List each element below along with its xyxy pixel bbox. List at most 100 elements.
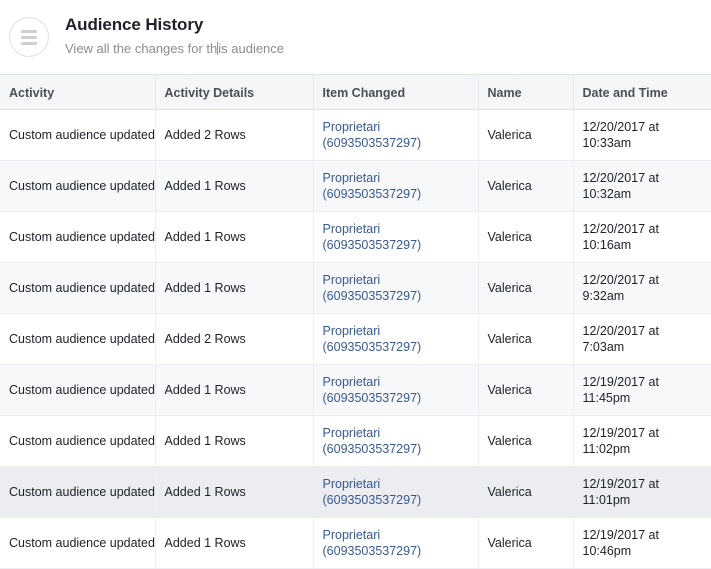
table-body: Custom audience updated Added 2 Rows Propr… xyxy=(0,109,711,569)
audience-history-table: Activity Activity Details Item Changed N… xyxy=(0,74,711,569)
cell-item-changed: Proprietari (6093503537297) xyxy=(313,262,479,314)
page-subtitle: View all the changes for this audience xyxy=(65,40,284,58)
item-changed-id: (6093503537297) xyxy=(322,493,422,507)
page-header: Audience History View all the changes fo… xyxy=(0,0,711,74)
cell-item-changed: Proprietari (6093503537297) xyxy=(313,211,479,263)
item-changed-id: (6093503537297) xyxy=(322,238,422,252)
item-changed-name: Proprietari xyxy=(322,324,381,338)
cell-date-and-time: 12/19/2017 at 10:46pm xyxy=(573,517,711,569)
cell-activity-details: Added 1 Rows xyxy=(155,364,314,416)
cell-activity-details: Added 1 Rows xyxy=(155,211,314,263)
audience-history-page: Audience History View all the changes fo… xyxy=(0,0,711,569)
table-row[interactable]: Custom audience updated Added 2 Rows Propr… xyxy=(0,313,711,365)
cell-activity: Custom audience updated xyxy=(0,160,156,212)
table-header: Activity Activity Details Item Changed N… xyxy=(0,74,711,110)
item-changed-id: (6093503537297) xyxy=(322,442,422,456)
item-changed-name: Proprietari xyxy=(322,273,381,287)
item-changed-link[interactable]: Proprietari (6093503537297) xyxy=(323,170,470,202)
item-changed-name: Proprietari xyxy=(322,477,381,491)
item-changed-name: Proprietari xyxy=(322,120,381,134)
table-row[interactable]: Custom audience updated Added 1 Rows Propr… xyxy=(0,466,711,518)
item-changed-link[interactable]: Proprietari (6093503537297) xyxy=(323,374,470,406)
cell-name: Valerica xyxy=(478,109,574,161)
item-changed-name: Proprietari xyxy=(322,426,381,440)
cell-activity-details: Added 1 Rows xyxy=(155,517,314,569)
cell-item-changed: Proprietari (6093503537297) xyxy=(313,415,479,467)
cell-activity: Custom audience updated xyxy=(0,313,156,365)
cell-item-changed: Proprietari (6093503537297) xyxy=(313,466,479,518)
cell-activity-details: Added 1 Rows xyxy=(155,262,314,314)
cell-activity: Custom audience updated xyxy=(0,364,156,416)
cell-date-and-time: 12/20/2017 at 9:32am xyxy=(573,262,711,314)
cell-activity: Custom audience updated xyxy=(0,211,156,263)
item-changed-id: (6093503537297) xyxy=(322,187,422,201)
item-changed-id: (6093503537297) xyxy=(322,289,422,303)
cell-name: Valerica xyxy=(478,415,574,467)
hamburger-menu-icon[interactable] xyxy=(9,17,49,57)
item-changed-name: Proprietari xyxy=(322,222,381,236)
item-changed-link[interactable]: Proprietari (6093503537297) xyxy=(323,221,470,253)
item-changed-id: (6093503537297) xyxy=(322,340,422,354)
cell-date-and-time: 12/20/2017 at 10:16am xyxy=(573,211,711,263)
column-header-item-changed[interactable]: Item Changed xyxy=(313,74,479,110)
cell-item-changed: Proprietari (6093503537297) xyxy=(313,364,479,416)
cell-name: Valerica xyxy=(478,313,574,365)
item-changed-name: Proprietari xyxy=(322,375,381,389)
table-row[interactable]: Custom audience updated Added 1 Rows Propr… xyxy=(0,517,711,569)
column-header-name[interactable]: Name xyxy=(478,74,574,110)
cell-name: Valerica xyxy=(478,160,574,212)
column-header-date-and-time[interactable]: Date and Time xyxy=(573,74,711,110)
cell-date-and-time: 12/19/2017 at 11:01pm xyxy=(573,466,711,518)
hamburger-bar-2 xyxy=(21,35,37,39)
cell-name: Valerica xyxy=(478,364,574,416)
cell-name: Valerica xyxy=(478,466,574,518)
cell-activity-details: Added 1 Rows xyxy=(155,466,314,518)
item-changed-link[interactable]: Proprietari (6093503537297) xyxy=(323,527,470,559)
item-changed-link[interactable]: Proprietari (6093503537297) xyxy=(323,425,470,457)
cell-activity-details: Added 2 Rows xyxy=(155,313,314,365)
cell-activity: Custom audience updated xyxy=(0,517,156,569)
cell-name: Valerica xyxy=(478,211,574,263)
subtitle-part-before-caret: View all the changes for th xyxy=(65,41,218,56)
table-row[interactable]: Custom audience updated Added 1 Rows Propr… xyxy=(0,364,711,416)
cell-activity-details: Added 1 Rows xyxy=(155,160,314,212)
column-header-activity-details[interactable]: Activity Details xyxy=(155,74,314,110)
cell-activity: Custom audience updated xyxy=(0,262,156,314)
item-changed-name: Proprietari xyxy=(322,171,381,185)
table-header-row: Activity Activity Details Item Changed N… xyxy=(0,74,711,110)
page-title: Audience History xyxy=(65,15,204,34)
cell-activity: Custom audience updated xyxy=(0,415,156,467)
table-row[interactable]: Custom audience updated Added 1 Rows Propr… xyxy=(0,160,711,212)
cell-activity: Custom audience updated xyxy=(0,109,156,161)
item-changed-id: (6093503537297) xyxy=(322,136,422,150)
subtitle-part-after-caret: is audience xyxy=(218,41,285,56)
cell-item-changed: Proprietari (6093503537297) xyxy=(313,109,479,161)
cell-item-changed: Proprietari (6093503537297) xyxy=(313,313,479,365)
cell-date-and-time: 12/20/2017 at 10:33am xyxy=(573,109,711,161)
cell-activity: Custom audience updated xyxy=(0,466,156,518)
cell-date-and-time: 12/20/2017 at 7:03am xyxy=(573,313,711,365)
cell-activity-details: Added 2 Rows xyxy=(155,109,314,161)
table-row[interactable]: Custom audience updated Added 2 Rows Propr… xyxy=(0,109,711,161)
hamburger-bar-1 xyxy=(21,29,37,33)
item-changed-link[interactable]: Proprietari (6093503537297) xyxy=(323,323,470,355)
item-changed-id: (6093503537297) xyxy=(322,544,422,558)
cell-date-and-time: 12/19/2017 at 11:02pm xyxy=(573,415,711,467)
cell-name: Valerica xyxy=(478,262,574,314)
item-changed-name: Proprietari xyxy=(322,528,381,542)
cell-date-and-time: 12/20/2017 at 10:32am xyxy=(573,160,711,212)
table-row[interactable]: Custom audience updated Added 1 Rows Propr… xyxy=(0,415,711,467)
item-changed-link[interactable]: Proprietari (6093503537297) xyxy=(323,119,470,151)
hamburger-bar-3 xyxy=(21,41,37,45)
item-changed-link[interactable]: Proprietari (6093503537297) xyxy=(323,476,470,508)
cell-item-changed: Proprietari (6093503537297) xyxy=(313,517,479,569)
table-row[interactable]: Custom audience updated Added 1 Rows Propr… xyxy=(0,262,711,314)
cell-name: Valerica xyxy=(478,517,574,569)
item-changed-id: (6093503537297) xyxy=(322,391,422,405)
column-header-activity[interactable]: Activity xyxy=(0,74,156,110)
header-text-block: Audience History View all the changes fo… xyxy=(65,13,284,58)
cell-activity-details: Added 1 Rows xyxy=(155,415,314,467)
cell-item-changed: Proprietari (6093503537297) xyxy=(313,160,479,212)
table-row[interactable]: Custom audience updated Added 1 Rows Propr… xyxy=(0,211,711,263)
item-changed-link[interactable]: Proprietari (6093503537297) xyxy=(323,272,470,304)
